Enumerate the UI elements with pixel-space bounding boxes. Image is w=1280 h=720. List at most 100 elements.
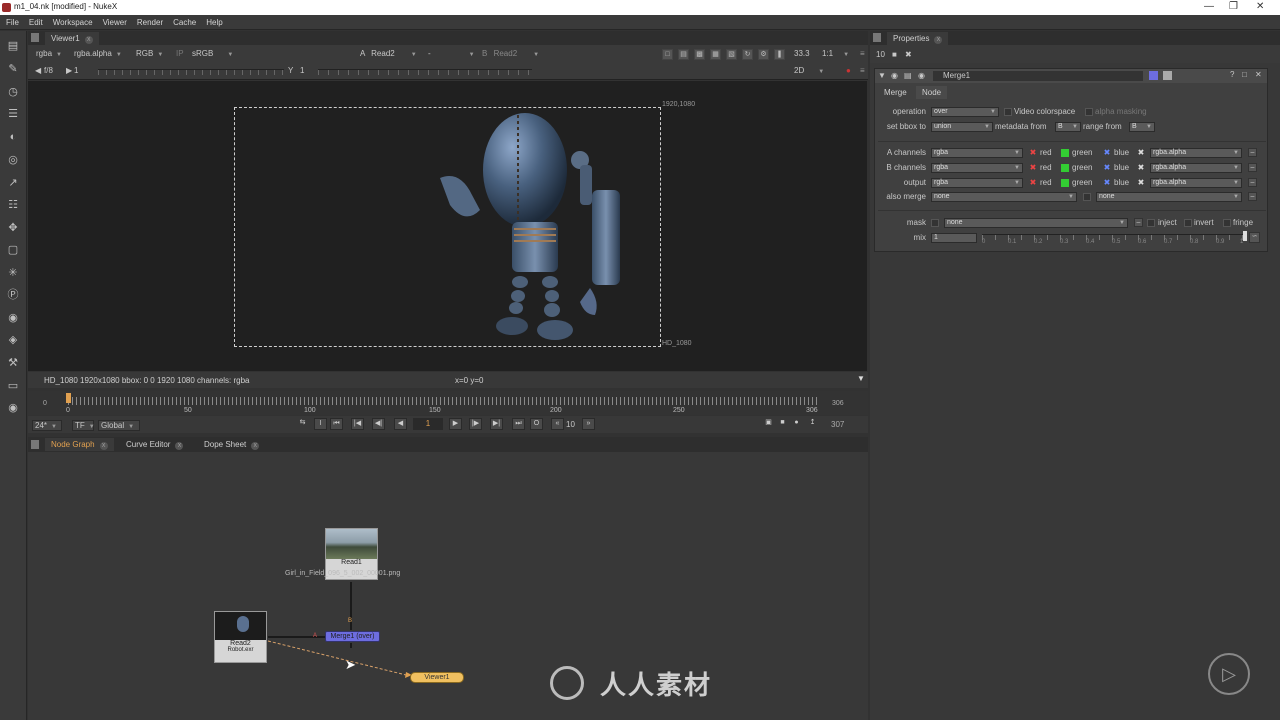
overlay-icon[interactable]: ▩: [694, 49, 705, 60]
flipbook-icon[interactable]: ▣: [762, 418, 775, 430]
a-channels-dropdown[interactable]: rgba ▼: [931, 148, 1023, 158]
deep-nodes-icon[interactable]: Ⓟ: [6, 288, 20, 302]
tab-curve-editor[interactable]: Curve Editor x: [120, 438, 190, 451]
video-colorspace-checkbox[interactable]: [1004, 108, 1012, 116]
alpha-masking-checkbox[interactable]: [1085, 108, 1093, 116]
b-alpha-checkbox[interactable]: ✖: [1137, 164, 1145, 172]
a-green-checkbox[interactable]: [1061, 149, 1069, 157]
update-icon[interactable]: ⚙: [758, 49, 769, 60]
gamma-slider[interactable]: [318, 69, 532, 75]
node-name-field[interactable]: Merge1: [933, 71, 1143, 81]
mix-field[interactable]: 1: [931, 233, 977, 243]
timeline-ticks[interactable]: [68, 397, 818, 405]
transform-nodes-icon[interactable]: ✥: [6, 221, 20, 235]
metadata-dropdown[interactable]: B ▼: [1055, 122, 1081, 132]
filter-nodes-icon[interactable]: ◎: [6, 153, 20, 167]
fringe-checkbox[interactable]: [1223, 219, 1231, 227]
time-nodes-icon[interactable]: ◷: [6, 85, 20, 99]
gamma-value[interactable]: 1: [298, 66, 304, 77]
play-backward-icon[interactable]: ◀: [394, 418, 407, 430]
operation-dropdown[interactable]: over ▼: [931, 107, 999, 117]
viewer1-node[interactable]: Viewer1: [410, 672, 464, 683]
viewer-options-icon[interactable]: ≡: [858, 66, 865, 77]
a-channels-menu-icon[interactable]: –: [1248, 148, 1257, 157]
b-blue-checkbox[interactable]: ✖: [1103, 164, 1111, 172]
tab-node[interactable]: Node: [916, 86, 948, 99]
fstop-prev-icon[interactable]: ◀: [33, 66, 41, 77]
skip-back-icon[interactable]: «: [551, 418, 564, 430]
wipe-dropdown[interactable]: - ▼: [426, 49, 475, 60]
in-point-icon[interactable]: I: [314, 418, 327, 430]
viewer-menu-icon[interactable]: ≡: [858, 49, 865, 60]
last-frame-icon[interactable]: ⏭: [512, 418, 525, 430]
font-color-icon[interactable]: [1163, 71, 1172, 80]
maximize-icon[interactable]: ❐: [1229, 1, 1238, 12]
pause-icon[interactable]: ❚: [774, 49, 785, 60]
color-nodes-icon[interactable]: ◐: [6, 130, 20, 144]
fps-dropdown[interactable]: 24* ▼: [32, 420, 62, 431]
also-merge-2-dropdown[interactable]: none ▼: [1096, 192, 1242, 202]
keyer-nodes-icon[interactable]: ↗: [6, 176, 20, 190]
mask-dropdown[interactable]: none ▼: [944, 218, 1128, 228]
lock-panels-icon[interactable]: ■: [892, 50, 897, 59]
tab-close-icon[interactable]: x: [175, 442, 184, 450]
tab-close-icon[interactable]: x: [99, 442, 108, 450]
end-frame-field[interactable]: 307: [831, 420, 844, 429]
a-alpha-checkbox[interactable]: ✖: [1137, 149, 1145, 157]
collapse-icon[interactable]: ▼: [878, 71, 886, 80]
minimize-icon[interactable]: —: [1204, 1, 1214, 12]
close-icon[interactable]: ✕: [1256, 1, 1264, 12]
a-blue-checkbox[interactable]: ✖: [1103, 149, 1111, 157]
node-color-icon[interactable]: ▤: [904, 71, 912, 80]
pane-menu-icon[interactable]: [31, 33, 39, 42]
tab-merge[interactable]: Merge: [878, 86, 913, 99]
lut-dropdown[interactable]: sRGB ▼: [190, 49, 233, 60]
first-frame-icon[interactable]: ⏮: [330, 418, 343, 430]
merge1-node[interactable]: Merge1 (over): [325, 631, 380, 642]
out-green-checkbox[interactable]: [1061, 179, 1069, 187]
range-dropdown[interactable]: B ▼: [1129, 122, 1155, 132]
out-point-icon[interactable]: O: [530, 418, 543, 430]
channels-dropdown[interactable]: rgba ▼: [34, 49, 62, 60]
toolsets-icon[interactable]: ⚒: [6, 356, 20, 370]
inject-checkbox[interactable]: [1147, 219, 1155, 227]
b-channels-dropdown[interactable]: rgba ▼: [931, 163, 1023, 173]
menu-render[interactable]: Render: [137, 18, 163, 27]
alpha-dropdown[interactable]: rgba.alpha ▼: [72, 49, 122, 60]
other-nodes-icon[interactable]: ▭: [6, 379, 20, 393]
particles-nodes-icon[interactable]: ✳: [6, 266, 20, 280]
export-icon[interactable]: ↥: [806, 418, 819, 430]
a-red-checkbox[interactable]: ✖: [1029, 149, 1037, 157]
guides-icon[interactable]: ▤: [678, 49, 689, 60]
refresh-icon[interactable]: ↻: [742, 49, 753, 60]
out-blue-checkbox[interactable]: ✖: [1103, 179, 1111, 187]
menu-file[interactable]: File: [6, 18, 19, 27]
tab-close-icon[interactable]: x: [84, 36, 93, 44]
mask-overlay-icon[interactable]: ▦: [710, 49, 721, 60]
centre-node-icon[interactable]: ◉: [891, 71, 898, 80]
fstop-next-icon[interactable]: ▶: [64, 66, 72, 77]
playhead-marker[interactable]: [66, 393, 71, 403]
mask-menu-icon[interactable]: –: [1134, 218, 1143, 227]
help-icon[interactable]: ◉: [918, 71, 925, 80]
current-frame-field[interactable]: 1: [413, 418, 443, 430]
out-red-checkbox[interactable]: ✖: [1029, 179, 1037, 187]
prev-keyframe-icon[interactable]: |◀: [351, 418, 364, 430]
step-back-icon[interactable]: ◀|: [372, 418, 385, 430]
channel-nodes-icon[interactable]: ☰: [6, 107, 20, 121]
b-input-dropdown[interactable]: B Read2 ▼: [480, 49, 539, 60]
tab-close-icon[interactable]: x: [251, 442, 260, 450]
out-alpha-dropdown[interactable]: rgba.alpha ▼: [1150, 178, 1242, 188]
zoom-dropdown[interactable]: 33.3: [792, 49, 810, 60]
menu-cache[interactable]: Cache: [173, 18, 196, 27]
menu-help[interactable]: Help: [206, 18, 222, 27]
proxy-icon[interactable]: ▧: [726, 49, 737, 60]
metadata-nodes-icon[interactable]: ◈: [6, 333, 20, 347]
render-icon[interactable]: ■: [776, 418, 789, 430]
tab-properties[interactable]: Properties x: [887, 32, 949, 45]
record-icon[interactable]: ●: [844, 66, 851, 77]
tf-dropdown[interactable]: TF ▼: [72, 420, 95, 431]
help-question-icon[interactable]: ?: [1230, 70, 1234, 79]
view-mode-dropdown[interactable]: 2D ▼: [792, 66, 824, 77]
next-keyframe-icon[interactable]: ▶|: [490, 418, 503, 430]
